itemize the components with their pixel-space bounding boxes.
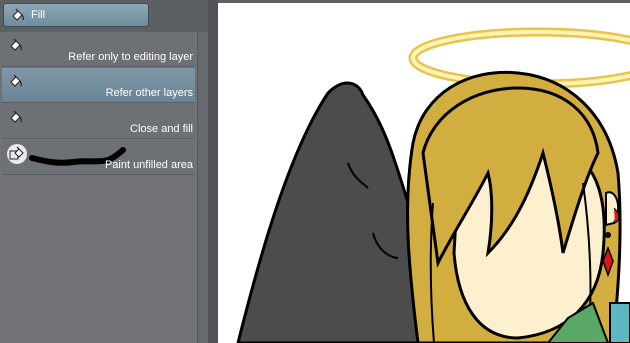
fill-bucket-icon — [12, 8, 24, 21]
subtool-paint-unfilled-area[interactable]: Paint unfilled area — [2, 140, 195, 175]
fill-bucket-icon — [10, 110, 22, 123]
earring-top — [605, 232, 611, 238]
subtool-panel: Fill Refer only to editing layer Refer o… — [0, 0, 209, 343]
panel-splitter[interactable] — [208, 0, 218, 343]
fill-bucket-icon — [10, 38, 22, 51]
subtool-refer-other-layers[interactable]: Refer other layers — [2, 68, 195, 103]
fill-brush-icon — [7, 144, 27, 164]
subtool-label: Paint unfilled area — [104, 159, 193, 171]
subtool-close-and-fill[interactable]: Close and fill — [2, 104, 195, 139]
fill-tab-label: Fill — [31, 9, 46, 21]
drawing-canvas[interactable] — [218, 3, 630, 343]
fill-tab[interactable]: Fill — [3, 3, 149, 27]
subtool-label: Close and fill — [130, 123, 193, 135]
subtool-label: Refer other layers — [105, 87, 193, 99]
panel-header: Fill — [0, 0, 208, 33]
subtool-refer-only-editing-layer[interactable]: Refer only to editing layer — [2, 32, 195, 67]
subtool-list: Refer only to editing layer Refer other … — [0, 32, 197, 343]
fill-bucket-icon — [10, 74, 22, 87]
artwork — [236, 27, 630, 343]
subtool-label: Refer only to editing layer — [68, 51, 193, 63]
